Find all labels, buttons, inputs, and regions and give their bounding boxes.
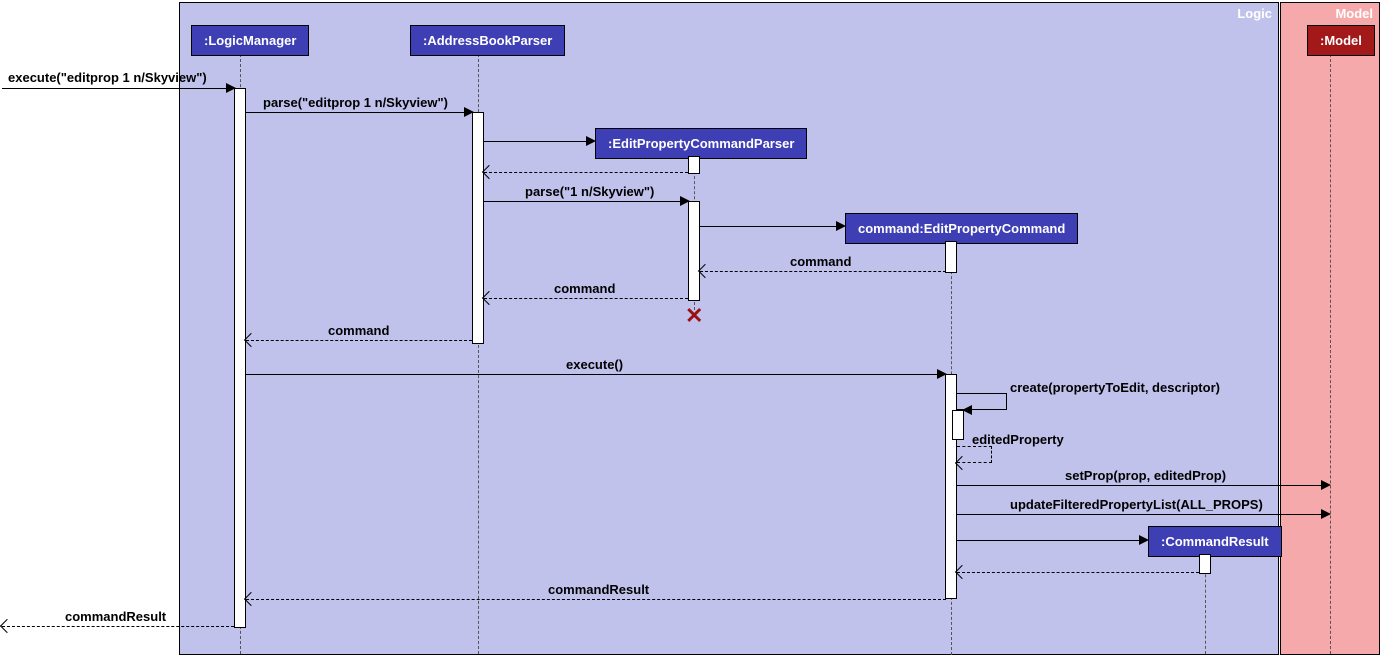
arrowhead-parse1 — [464, 107, 474, 117]
arrowhead-parse2 — [680, 196, 690, 206]
activation-commandresult — [1199, 554, 1211, 574]
arrowhead-create-epc — [836, 221, 846, 231]
msg-command1: command — [790, 254, 851, 269]
arrowhead-setprop — [1321, 480, 1331, 490]
arrow-commandresult1 — [246, 599, 946, 600]
arrow-parse2 — [484, 201, 684, 202]
arrow-create-cr — [957, 540, 1143, 541]
activation-editpropparser-2 — [688, 201, 700, 301]
participant-model: :Model — [1307, 25, 1375, 56]
activation-logicmanager — [234, 88, 246, 628]
msg-create: create(propertyToEdit, descriptor) — [1010, 380, 1220, 395]
msg-commandresult2: commandResult — [65, 609, 166, 624]
arrowhead-create-cr — [1139, 535, 1149, 545]
msg-parse2: parse("1 n/Skyview") — [525, 184, 654, 199]
arrow-return-cr — [957, 572, 1199, 573]
arrow-setprop — [957, 485, 1329, 486]
arrowhead-execute2 — [937, 369, 947, 379]
arrow-create-epc — [700, 226, 840, 227]
arrow-command3 — [246, 340, 472, 341]
arrowhead-updatefilteredlist — [1321, 509, 1331, 519]
activation-addressbookparser — [472, 112, 484, 344]
destroy-editpropparser: ✕ — [685, 307, 703, 325]
arrowhead-self-create — [962, 405, 972, 415]
msg-command2: command — [554, 281, 615, 296]
participant-editpropcommand: command:EditPropertyCommand — [845, 213, 1078, 244]
arrow-parse1 — [246, 112, 468, 113]
arrowhead-create-epcp — [586, 136, 596, 146]
msg-commandresult1: commandResult — [548, 582, 649, 597]
frame-model-label: Model — [1335, 6, 1373, 21]
participant-editpropparser: :EditPropertyCommandParser — [595, 128, 807, 159]
lifeline-model — [1330, 54, 1331, 654]
msg-setprop: setProp(prop, editedProp) — [1065, 468, 1226, 483]
participant-commandresult: :CommandResult — [1148, 526, 1282, 557]
activation-editpropcommand-2 — [945, 374, 957, 599]
msg-editedproperty: editedProperty — [972, 432, 1064, 447]
msg-parse1: parse("editprop 1 n/Skyview") — [263, 95, 448, 110]
arrow-return-epcp1 — [484, 172, 688, 173]
activation-editpropparser-1 — [688, 156, 700, 174]
msg-execute2: execute() — [566, 357, 623, 372]
sequence-diagram: Logic Model :LogicManager :AddressBookPa… — [0, 0, 1382, 656]
arrowhead-commandresult2 — [0, 619, 14, 633]
participant-logicmanager: :LogicManager — [191, 25, 309, 56]
arrow-command2 — [484, 298, 688, 299]
msg-command3: command — [328, 323, 389, 338]
activation-editpropcommand-1 — [945, 241, 957, 273]
arrow-commandresult2 — [2, 626, 234, 627]
frame-logic-label: Logic — [1237, 6, 1272, 21]
msg-updatefilteredlist: updateFilteredPropertyList(ALL_PROPS) — [1010, 497, 1263, 512]
arrow-execute-entry — [2, 88, 230, 89]
arrow-command1 — [700, 271, 946, 272]
arrow-create-epcp — [484, 141, 590, 142]
arrow-updatefilteredlist — [957, 514, 1329, 515]
msg-execute-entry: execute("editprop 1 n/Skyview") — [8, 70, 207, 85]
arrow-execute2 — [246, 374, 942, 375]
participant-addressbookparser: :AddressBookParser — [410, 25, 565, 56]
arrowhead-execute-entry — [226, 83, 236, 93]
